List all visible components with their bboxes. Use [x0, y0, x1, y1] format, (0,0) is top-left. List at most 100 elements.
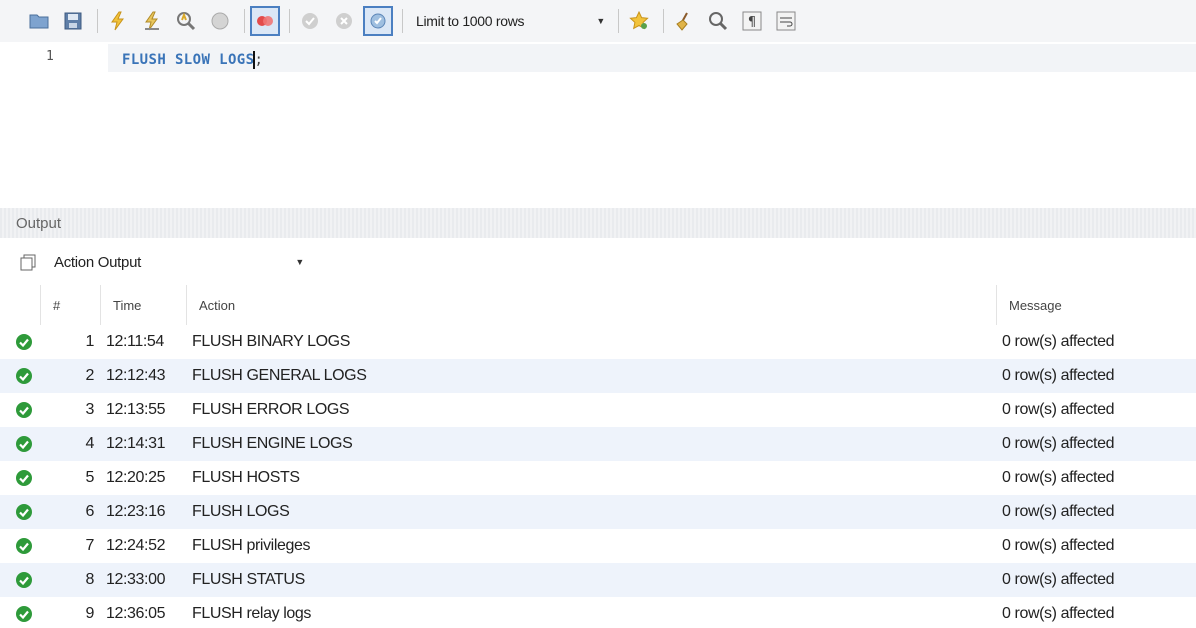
column-header-num-label: #	[53, 297, 61, 313]
toolbar-separator	[663, 9, 664, 33]
limit-rows-label: Limit to 1000 rows	[416, 13, 525, 29]
table-row[interactable]: 4 12:14:31 FLUSH ENGINE LOGS 0 row(s) affec…	[0, 427, 1196, 461]
table-row[interactable]: 6 12:23:16 FLUSH LOGS 0 row(s) affected	[0, 495, 1196, 529]
autocommit-icon[interactable]	[363, 6, 393, 36]
current-line-highlight: FLUSH SLOW LOGS;	[108, 44, 1196, 72]
column-header-message[interactable]: Message	[996, 285, 1196, 325]
code-line-1[interactable]: FLUSH SLOW LOGS;	[122, 51, 263, 69]
sql-editor[interactable]: 1 FLUSH SLOW LOGS;	[0, 42, 1196, 198]
toolbar-separator	[289, 9, 290, 33]
row-time: 12:12:43	[106, 367, 166, 384]
row-time: 12:36:05	[106, 605, 166, 622]
row-message: 0 row(s) affected	[1002, 537, 1115, 554]
line-number: 1	[46, 49, 54, 64]
toolbar-separator	[618, 9, 619, 33]
action-output-table: # Time Action Message 1 12:11:54 FLUSH BIN…	[0, 285, 1196, 628]
row-action: FLUSH STATUS	[192, 571, 305, 588]
execute-current-icon[interactable]	[137, 6, 167, 36]
table-row[interactable]: 5 12:20:25 FLUSH HOSTS 0 row(s) affected	[0, 461, 1196, 495]
row-action: FLUSH relay logs	[192, 605, 311, 622]
invisible-chars-icon[interactable]: ¶	[737, 6, 767, 36]
row-time: 12:20:25	[106, 469, 166, 486]
word-wrap-icon[interactable]	[771, 6, 801, 36]
row-message: 0 row(s) affected	[1002, 571, 1115, 588]
row-time: 12:23:16	[106, 503, 166, 520]
row-action: FLUSH HOSTS	[192, 469, 300, 486]
success-check-icon	[12, 393, 36, 427]
output-selector-row: Action Output ▼	[0, 244, 1196, 280]
search-icon[interactable]	[703, 6, 733, 36]
row-message: 0 row(s) affected	[1002, 435, 1115, 452]
output-type-dropdown[interactable]: Action Output ▼	[54, 254, 304, 271]
success-check-icon	[12, 359, 36, 393]
success-check-icon	[12, 597, 36, 628]
row-number: 6	[85, 503, 95, 520]
table-row[interactable]: 7 12:24:52 FLUSH privileges 0 row(s) affect…	[0, 529, 1196, 563]
toolbar-separator	[244, 9, 245, 33]
row-number: 1	[85, 333, 95, 350]
svg-text:¶: ¶	[748, 15, 756, 30]
table-header: # Time Action Message	[0, 285, 1196, 325]
row-time: 12:33:00	[106, 571, 166, 588]
table-row[interactable]: 2 12:12:43 FLUSH GENERAL LOGS 0 row(s) affe…	[0, 359, 1196, 393]
row-time: 12:13:55	[106, 401, 166, 418]
toggle-continue-icon[interactable]	[250, 6, 280, 36]
success-check-icon	[12, 325, 36, 359]
row-message: 0 row(s) affected	[1002, 401, 1115, 418]
row-action: FLUSH ENGINE LOGS	[192, 435, 353, 452]
row-message: 0 row(s) affected	[1002, 367, 1115, 384]
success-check-icon	[12, 563, 36, 597]
bookmark-star-icon[interactable]	[624, 6, 654, 36]
row-number: 5	[85, 469, 95, 486]
commit-icon[interactable]	[295, 6, 325, 36]
toolbar-separator	[402, 9, 403, 33]
table-row[interactable]: 8 12:33:00 FLUSH STATUS 0 row(s) affected	[0, 563, 1196, 597]
row-number: 9	[85, 605, 95, 622]
copy-icon[interactable]	[18, 252, 38, 272]
row-action: FLUSH privileges	[192, 537, 311, 554]
column-header-time-label: Time	[113, 297, 142, 313]
row-action: FLUSH BINARY LOGS	[192, 333, 350, 350]
row-number: 7	[85, 537, 95, 554]
table-row[interactable]: 9 12:36:05 FLUSH relay logs 0 row(s) affect…	[0, 597, 1196, 628]
output-type-label: Action Output	[54, 253, 141, 271]
row-time: 12:24:52	[106, 537, 166, 554]
success-check-icon	[12, 427, 36, 461]
table-row[interactable]: 3 12:13:55 FLUSH ERROR LOGS 0 row(s) affect…	[0, 393, 1196, 427]
table-body: 1 12:11:54 FLUSH BINARY LOGS 0 row(s) affec…	[0, 325, 1196, 628]
beautify-broom-icon[interactable]	[669, 6, 699, 36]
sql-keyword-text: FLUSH SLOW LOGS	[122, 52, 255, 68]
column-header-time[interactable]: Time	[100, 285, 186, 325]
row-time: 12:14:31	[106, 435, 166, 452]
limit-rows-dropdown[interactable]: Limit to 1000 rows ▼	[408, 7, 613, 35]
output-panel-header: Output	[0, 208, 1196, 238]
row-action: FLUSH LOGS	[192, 503, 290, 520]
table-row[interactable]: 1 12:11:54 FLUSH BINARY LOGS 0 row(s) affec…	[0, 325, 1196, 359]
success-check-icon	[12, 495, 36, 529]
line-gutter: 1	[0, 42, 108, 198]
row-number: 4	[85, 435, 95, 452]
row-number: 3	[85, 401, 95, 418]
row-message: 0 row(s) affected	[1002, 605, 1115, 622]
column-header-num[interactable]: #	[40, 285, 100, 325]
rollback-icon[interactable]	[329, 6, 359, 36]
chevron-down-icon: ▼	[295, 257, 304, 267]
explain-icon[interactable]	[171, 6, 201, 36]
stop-icon[interactable]	[205, 6, 235, 36]
sql-semicolon: ;	[254, 52, 264, 68]
row-action: FLUSH GENERAL LOGS	[192, 367, 367, 384]
chevron-down-icon: ▼	[596, 16, 605, 26]
row-action: FLUSH ERROR LOGS	[192, 401, 350, 418]
row-message: 0 row(s) affected	[1002, 333, 1115, 350]
output-title: Output	[16, 214, 62, 232]
row-message: 0 row(s) affected	[1002, 503, 1115, 520]
column-header-action[interactable]: Action	[186, 285, 996, 325]
success-check-icon	[12, 529, 36, 563]
sql-editor-toolbar: Limit to 1000 rows ▼ ¶	[0, 0, 1196, 42]
column-header-message-label: Message	[1009, 297, 1062, 313]
execute-icon[interactable]	[103, 6, 133, 36]
open-folder-icon[interactable]	[24, 6, 54, 36]
row-number: 2	[85, 367, 95, 384]
row-message: 0 row(s) affected	[1002, 469, 1115, 486]
save-icon[interactable]	[58, 6, 88, 36]
